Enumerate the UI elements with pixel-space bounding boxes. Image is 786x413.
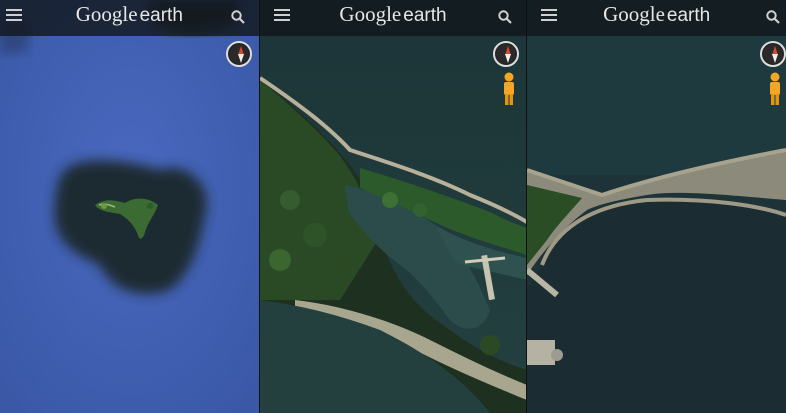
logo-earth-text: earth <box>666 5 711 26</box>
compass-icon[interactable] <box>225 41 252 67</box>
app-logo: Google earth <box>527 2 786 27</box>
satellite-map[interactable] <box>527 0 786 413</box>
pegman-icon[interactable] <box>502 72 516 106</box>
logo-google-text: Google <box>603 2 665 26</box>
logo-google-text: Google <box>75 2 138 26</box>
logo-earth-text: earth <box>403 5 447 26</box>
earth-panel-2: Google earth <box>258 0 527 413</box>
logo-google-text: Google <box>339 2 402 26</box>
app-header: Google earth <box>0 0 259 36</box>
app-logo: Google earth <box>0 2 259 27</box>
compass-icon[interactable] <box>760 41 786 67</box>
logo-earth-text: earth <box>139 5 183 26</box>
app-logo: Google earth <box>260 2 527 27</box>
earth-panel-1: Google earth <box>0 0 259 413</box>
screenshot-strip: Google earth Google earth Google earth <box>0 0 786 413</box>
app-header: Google earth <box>527 0 786 36</box>
earth-panel-3: Google earth <box>526 0 786 413</box>
search-icon[interactable] <box>766 10 780 24</box>
app-header: Google earth <box>259 0 527 36</box>
satellite-map[interactable] <box>259 0 527 413</box>
satellite-map[interactable] <box>0 0 259 413</box>
pegman-icon[interactable] <box>768 72 782 106</box>
search-icon[interactable] <box>230 10 245 24</box>
search-icon[interactable] <box>498 10 513 24</box>
